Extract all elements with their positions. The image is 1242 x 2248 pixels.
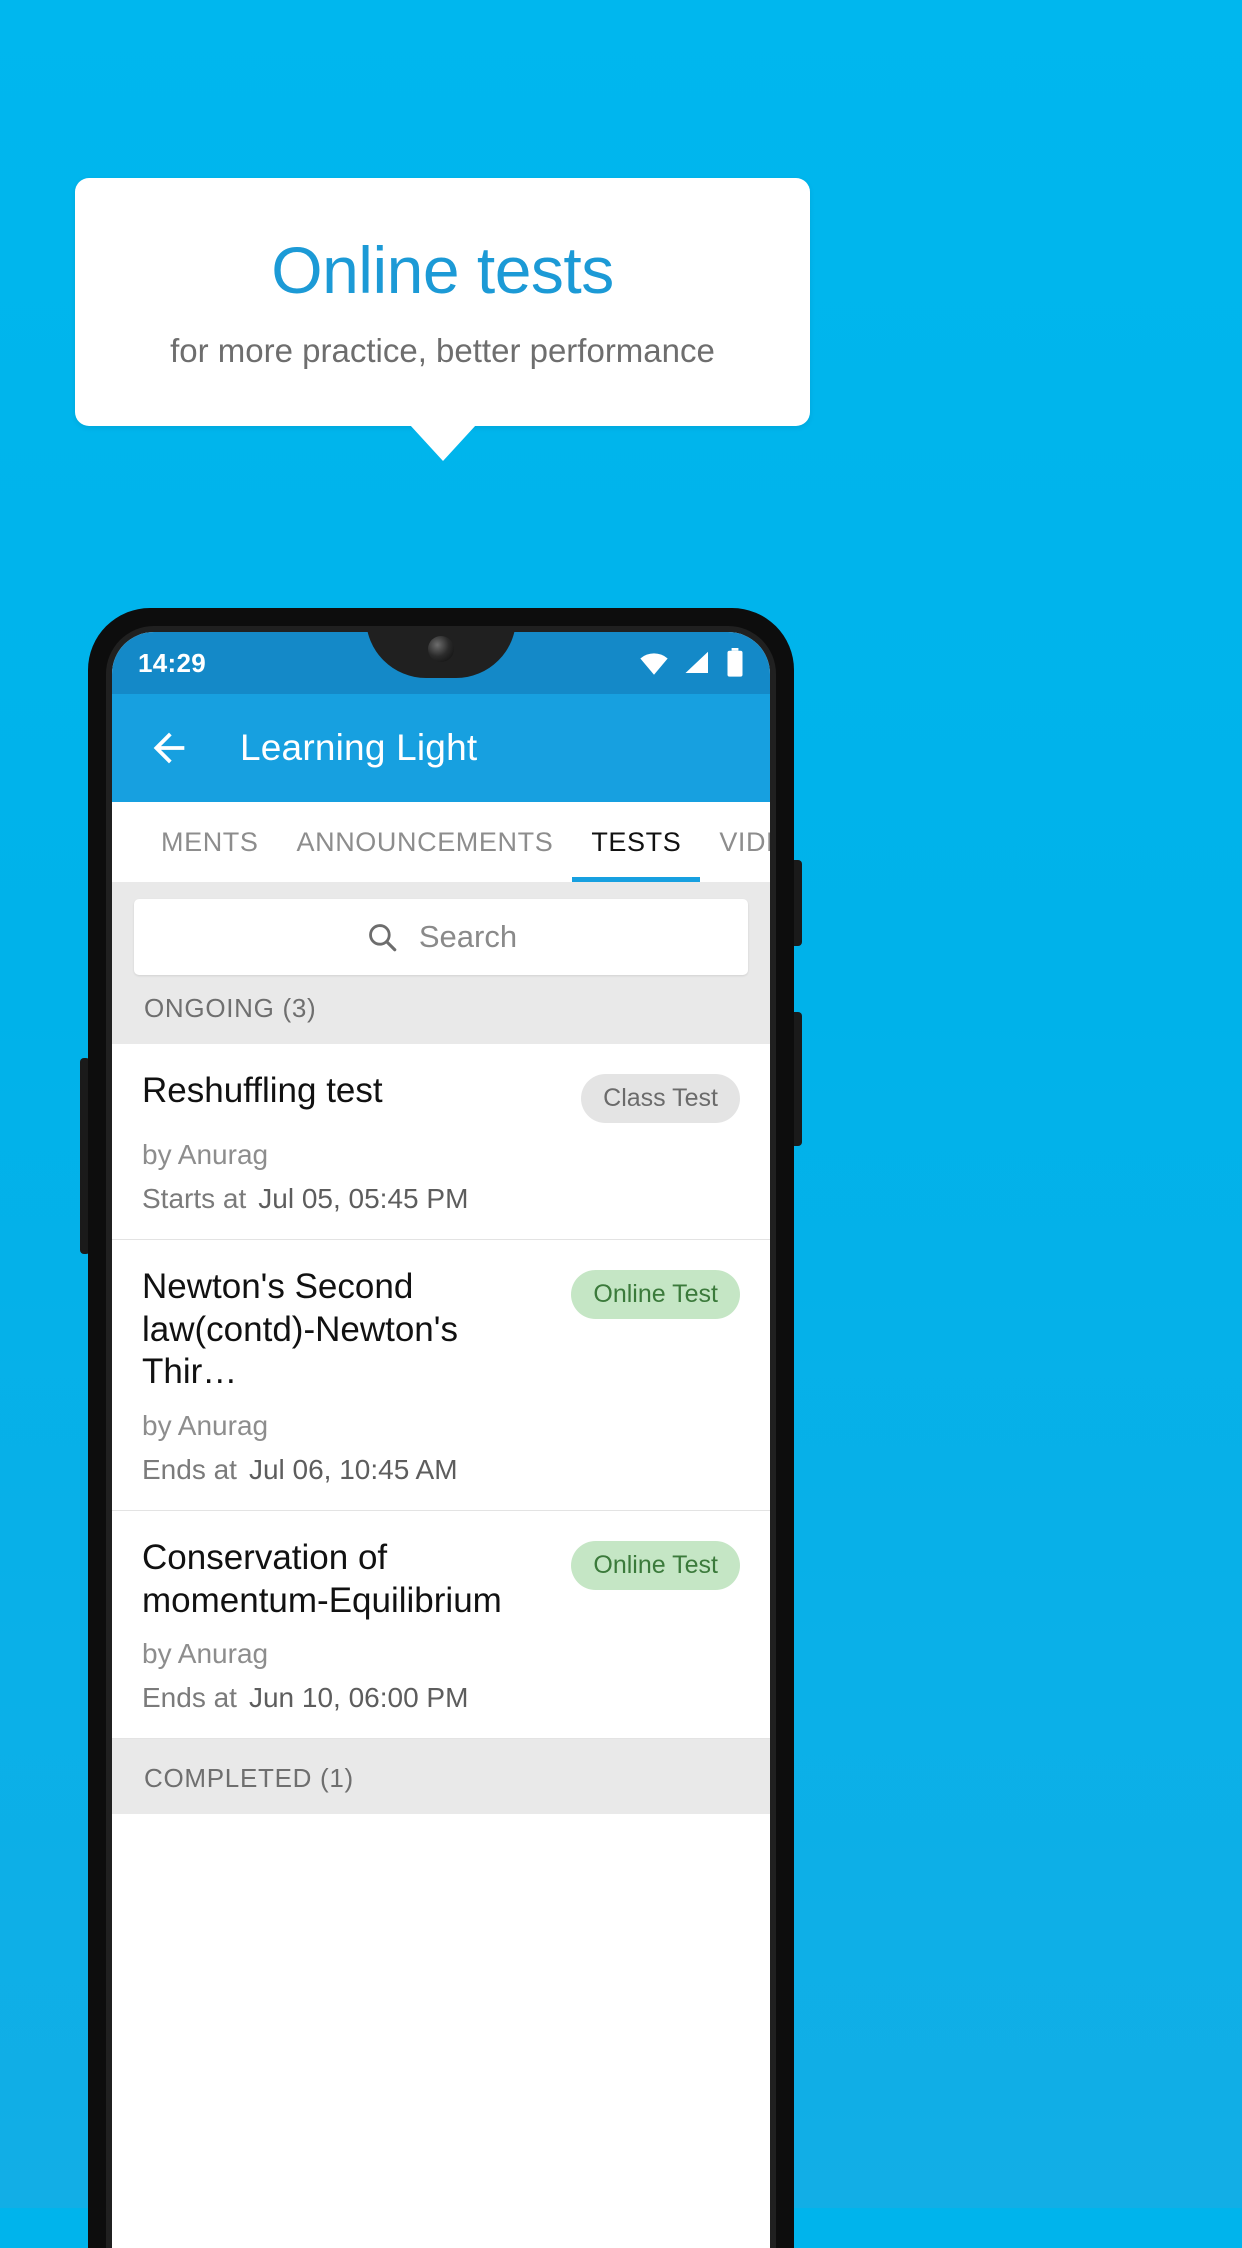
test-schedule: Ends at Jun 10, 06:00 PM [142,1682,740,1714]
battery-icon [727,648,743,677]
test-schedule: Ends at Jul 06, 10:45 AM [142,1454,740,1486]
status-badge: Online Test [571,1270,740,1319]
search-input[interactable]: Search [134,899,748,975]
test-schedule-value: Jul 05, 05:45 PM [258,1183,469,1214]
test-title: Newton's Second law(contd)-Newton's Thir… [142,1267,458,1392]
status-bar: 14:29 [112,632,770,694]
test-schedule: Starts at Jul 05, 05:45 PM [142,1183,740,1215]
search-container: Search [112,882,770,993]
list-item[interactable]: Conservation of momentum-Equilibrium Onl… [112,1511,770,1740]
test-item-header: Reshuffling test Class Test [142,1070,740,1123]
test-title: Reshuffling test [142,1071,383,1110]
test-schedule-value: Jul 06, 10:45 AM [248,1454,458,1486]
promo-subtitle: for more practice, better performance [170,332,715,370]
test-author: by Anurag [142,1139,269,1170]
status-badge: Online Test [571,1541,740,1591]
tab-videos[interactable]: VIDEOS [700,802,770,882]
test-schedule-label: Starts at [142,1183,247,1214]
test-author: by Anurag [142,1410,269,1442]
signal-icon [685,651,708,673]
back-arrow-icon[interactable] [146,725,192,771]
app-bar: Learning Light [112,694,770,802]
test-schedule-label: Ends at [142,1454,237,1486]
promo-callout-card: Online tests for more practice, better p… [75,178,810,426]
test-schedule-value: Jun 10, 06:00 PM [248,1682,469,1714]
test-author: by Anurag [142,1638,269,1670]
search-placeholder: Search [418,919,518,954]
phone-screen: 14:29 Learning Light MENTS ANNOUNCEMENTS… [112,632,770,2248]
promo-title: Online tests [271,232,614,307]
app-bar-title: Learning Light [240,727,478,768]
tab-assignments[interactable]: MENTS [142,802,278,882]
tab-bar: MENTS ANNOUNCEMENTS TESTS VIDEOS [112,802,770,882]
status-icons [638,648,744,678]
tab-announcements[interactable]: ANNOUNCEMENTS [278,802,573,882]
callout-pointer [410,425,476,461]
search-icon [368,924,397,952]
phone-frame: 14:29 Learning Light MENTS ANNOUNCEMENTS… [88,608,794,2248]
test-item-header: Newton's Second law(contd)-Newton's Thir… [142,1266,740,1394]
status-time: 14:29 [138,647,206,678]
section-header-ongoing: ONGOING (3) [112,993,770,1044]
wifi-icon [640,653,668,675]
section-header-completed: COMPLETED (1) [112,1739,770,1815]
phone-bezel: 14:29 Learning Light MENTS ANNOUNCEMENTS… [106,626,776,2248]
list-item[interactable]: Newton's Second law(contd)-Newton's Thir… [112,1240,770,1512]
front-camera-icon [428,636,454,662]
test-item-header: Conservation of momentum-Equilibrium Onl… [142,1537,740,1622]
test-title: Conservation of momentum-Equilibrium [142,1538,502,1620]
list-item[interactable]: Reshuffling test Class Test by Anurag St… [112,1044,770,1240]
test-schedule-label: Ends at [142,1682,237,1714]
tests-content: Search ONGOING (3) Reshuffling test Clas… [112,882,770,2248]
status-badge: Class Test [581,1074,740,1123]
tab-tests[interactable]: TESTS [572,802,701,882]
phone-notch [366,632,516,678]
